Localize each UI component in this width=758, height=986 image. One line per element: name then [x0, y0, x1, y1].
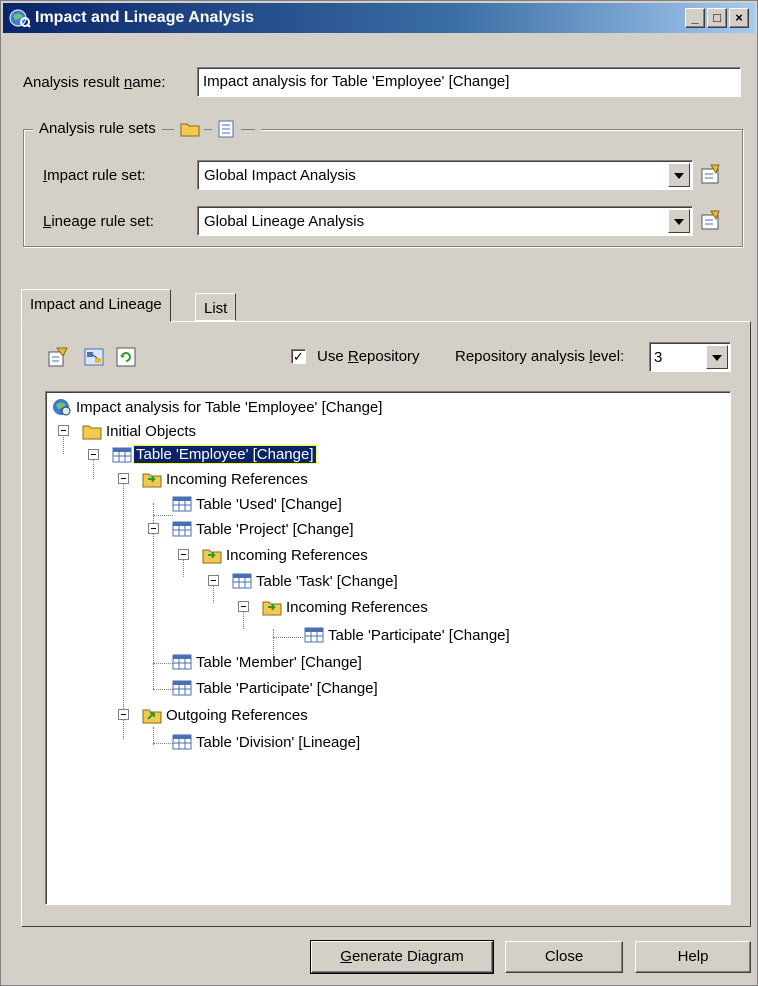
result-name-input[interactable]: Impact analysis for Table 'Employee' [Ch… — [197, 67, 741, 97]
collapse-toggle[interactable] — [118, 473, 129, 484]
close-button[interactable]: Close — [505, 941, 623, 973]
incoming-references-icon — [262, 601, 282, 616]
lineage-properties-icon[interactable] — [699, 209, 723, 233]
collapse-toggle[interactable] — [148, 523, 159, 534]
properties-icon[interactable] — [47, 346, 69, 368]
folder-icon — [82, 425, 102, 440]
repository-level-select[interactable]: 3 — [649, 342, 731, 372]
collapse-toggle[interactable] — [88, 449, 99, 460]
window-title: Impact and Lineage Analysis — [35, 9, 255, 26]
collapse-toggle[interactable] — [178, 549, 189, 560]
collapse-toggle[interactable] — [58, 425, 69, 436]
lineage-rule-set-select[interactable]: Global Lineage Analysis — [197, 206, 693, 236]
impact-tree[interactable]: Impact analysis for Table 'Employee' [Ch… — [45, 391, 731, 905]
chevron-down-icon[interactable] — [668, 163, 690, 187]
tab-impact-and-lineage[interactable]: Impact and Lineage — [21, 289, 171, 322]
impact-lineage-dialog: Impact and Lineage Analysis _ □ × Analys… — [0, 0, 758, 986]
impact-analysis-icon — [53, 399, 71, 416]
table-icon — [172, 734, 192, 750]
lineage-rule-set-label: Lineage rule set: — [43, 213, 154, 230]
generate-diagram-icon[interactable] — [83, 346, 105, 368]
table-icon — [232, 573, 252, 589]
table-icon — [172, 654, 192, 670]
tab-list[interactable]: List — [195, 293, 237, 321]
table-icon — [172, 521, 192, 537]
impact-analysis-icon — [9, 9, 31, 28]
help-button[interactable]: Help — [635, 941, 751, 973]
generate-diagram-button[interactable]: Generate Diagram — [310, 940, 494, 974]
incoming-references-icon — [202, 549, 222, 564]
table-icon — [304, 627, 324, 643]
chevron-down-icon[interactable] — [668, 209, 690, 233]
use-repository-label[interactable]: Use Repository — [317, 348, 420, 365]
impact-rule-set-label: Impact rule set: — [43, 167, 146, 184]
maximize-button[interactable]: □ — [707, 8, 727, 28]
rule-sets-legend: Analysis rule sets — [33, 120, 261, 139]
table-icon — [172, 496, 192, 512]
folder-icon[interactable] — [180, 121, 200, 137]
result-name-label: Analysis result name: — [23, 74, 166, 91]
incoming-references-icon — [142, 473, 162, 488]
collapse-toggle[interactable] — [238, 601, 249, 612]
repository-level-label: Repository analysis level: — [455, 348, 625, 365]
title-bar[interactable]: Impact and Lineage Analysis _ □ × — [3, 3, 755, 33]
impact-rule-set-select[interactable]: Global Impact Analysis — [197, 160, 693, 190]
outgoing-references-icon — [142, 709, 162, 724]
impact-properties-icon[interactable] — [699, 163, 723, 187]
minimize-button[interactable]: _ — [685, 8, 705, 28]
use-repository-checkbox[interactable]: ✓ — [291, 349, 306, 364]
collapse-toggle[interactable] — [208, 575, 219, 586]
chevron-down-icon[interactable] — [706, 345, 728, 369]
table-icon — [112, 447, 132, 463]
rule-list-icon[interactable] — [216, 120, 236, 138]
close-window-button[interactable]: × — [729, 8, 749, 28]
refresh-icon[interactable] — [115, 346, 137, 368]
collapse-toggle[interactable] — [118, 709, 129, 720]
table-icon — [172, 680, 192, 696]
